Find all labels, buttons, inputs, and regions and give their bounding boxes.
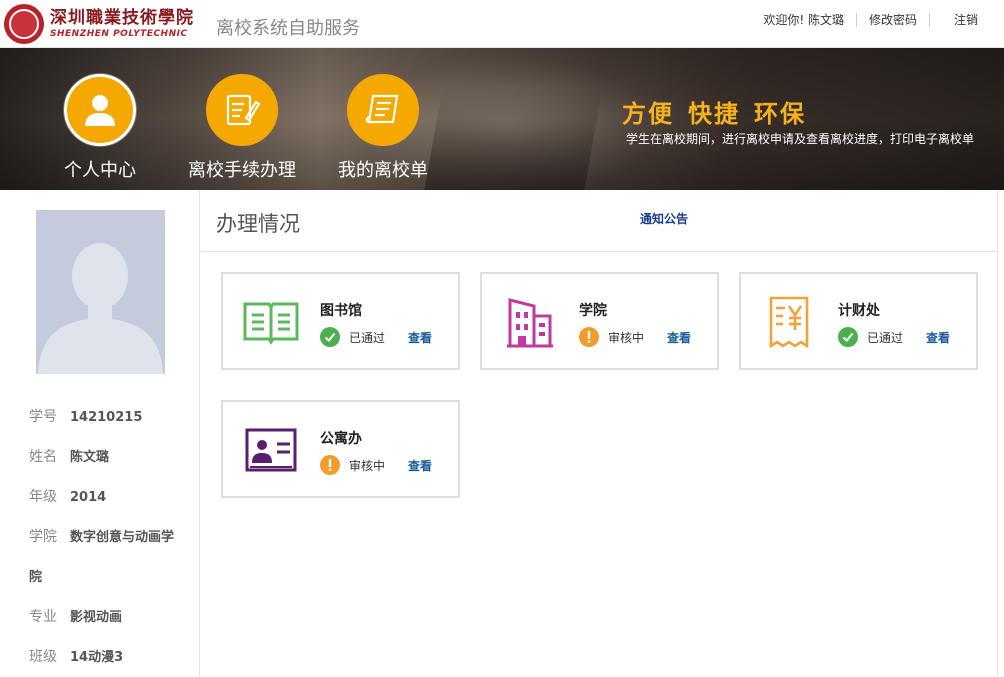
slogan-word: 快捷 — [688, 99, 740, 128]
user-links: 欢迎你! 陈文璐 修改密码 注销 — [763, 11, 978, 28]
profile-field-grade: 年级 2014 — [29, 489, 107, 505]
welcome-text: 欢迎你! 陈文璐 — [763, 13, 844, 27]
check-circle-icon — [320, 327, 340, 347]
check-circle-icon — [838, 327, 858, 347]
status-text: 审核中 — [608, 331, 645, 345]
view-link[interactable]: 查看 — [667, 329, 691, 346]
system-title: 离校系统自助服务 — [216, 18, 360, 39]
school-logo[interactable]: 深圳職業技術學院 SHENZHEN POLYTECHNIC — [4, 4, 194, 44]
slogan: 方便 快捷 环保 — [622, 94, 820, 129]
edit-form-icon — [206, 74, 278, 146]
nav-label: 个人中心 — [64, 160, 136, 181]
banner: 个人中心 离校手续办理 我的离校单 方便 快捷 环保 学生在离校期间，进行离校申… — [0, 48, 1004, 190]
divider — [855, 12, 857, 27]
status-card-college: 学院 审核中 查看 — [480, 272, 719, 370]
notice-link[interactable]: 通知公告 — [640, 210, 688, 227]
school-name-en: SHENZHEN POLYTECHNIC — [50, 29, 188, 39]
status-card-library: 图书馆 已通过 查看 — [221, 272, 460, 370]
main-content: 办理情况 通知公告 图书馆 已通过 查看 学院 审核中 查看 计财处 已通过 查… — [201, 190, 998, 677]
school-seal-icon — [4, 4, 44, 44]
profile-sidebar: 学号 14210215 姓名 陈文璐 年级 2014 学院 数字创意与动画学 院 专业影… — [0, 190, 200, 677]
receipt-yuan-icon — [759, 294, 819, 350]
slogan-word: 环保 — [754, 99, 806, 128]
avatar-placeholder-icon — [36, 210, 165, 374]
nav-leave-procedures[interactable]: 离校手续办理 — [182, 74, 302, 182]
profile-field-student-id: 学号 14210215 — [29, 409, 143, 425]
card-title: 公寓办 — [320, 431, 362, 447]
view-link[interactable]: 查看 — [408, 457, 432, 474]
id-card-icon — [241, 422, 301, 478]
school-name-cn: 深圳職業技術學院 — [50, 8, 194, 28]
status-card-dormitory: 公寓办 审核中 查看 — [221, 400, 460, 498]
profile-field-major: 专业 影视动画 — [29, 609, 123, 625]
top-header: 深圳職業技術學院 SHENZHEN POLYTECHNIC 离校系统自助服务 欢… — [0, 0, 1004, 48]
building-icon — [500, 294, 560, 350]
book-icon — [241, 294, 301, 350]
profile-field-name: 姓名 陈文璐 — [29, 449, 110, 465]
divider — [928, 12, 930, 27]
user-icon — [64, 74, 136, 146]
status-card-finance: 计财处 已通过 查看 — [739, 272, 978, 370]
card-title: 学院 — [579, 303, 607, 319]
page-title: 办理情况 — [216, 212, 300, 236]
logout-link[interactable]: 注销 — [954, 11, 978, 28]
nav-label: 我的离校单 — [338, 160, 428, 181]
slogan-subtitle: 学生在离校期间，进行离校申请及查看离校进度，打印电子离校单 — [626, 132, 975, 146]
view-link[interactable]: 查看 — [926, 329, 950, 346]
profile-field-college-cont: 院 — [29, 570, 43, 585]
card-title: 图书馆 — [320, 303, 362, 319]
scroll-document-icon — [347, 74, 419, 146]
change-password-link[interactable]: 修改密码 — [869, 11, 917, 28]
nav-label: 离校手续办理 — [188, 160, 296, 181]
status-text: 已通过 — [349, 331, 386, 345]
profile-field-college: 学院 数字创意与动画学 — [29, 529, 175, 545]
profile-field-class: 班级 14动漫3 — [29, 649, 124, 665]
exclamation-circle-icon — [579, 327, 599, 347]
status-text: 已通过 — [867, 331, 904, 345]
exclamation-circle-icon — [320, 455, 340, 475]
nav-personal-center[interactable]: 个人中心 — [40, 74, 160, 182]
card-title: 计财处 — [838, 303, 880, 319]
slogan-word: 方便 — [622, 99, 674, 128]
main-header: 办理情况 通知公告 — [201, 190, 998, 252]
nav-my-leave-form[interactable]: 我的离校单 — [323, 74, 443, 182]
view-link[interactable]: 查看 — [408, 329, 432, 346]
status-text: 审核中 — [349, 459, 386, 473]
